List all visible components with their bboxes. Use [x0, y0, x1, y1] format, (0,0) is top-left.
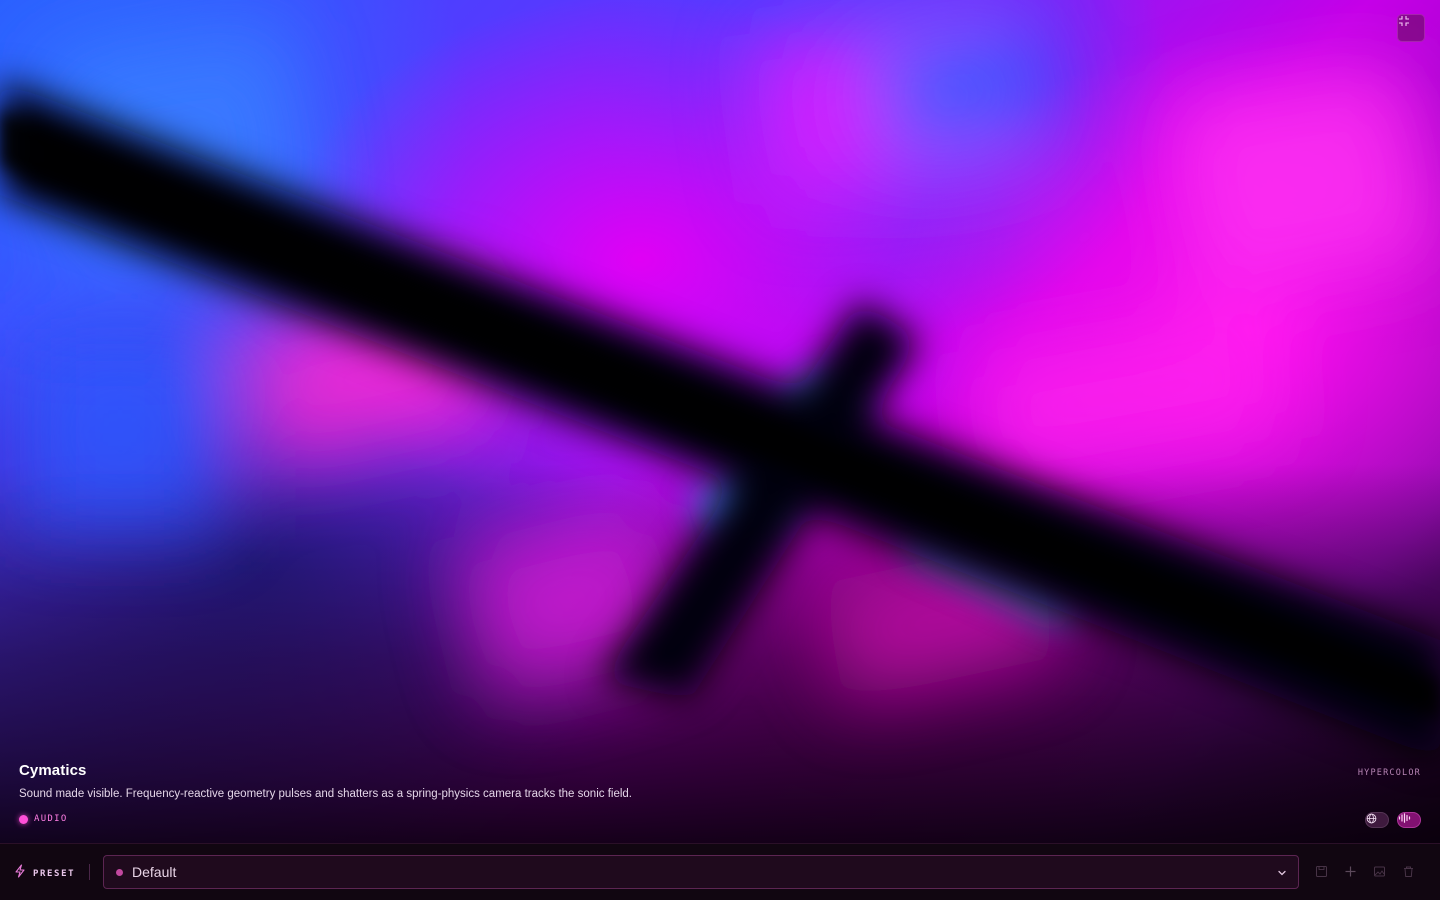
- divider: [89, 864, 90, 880]
- preset-bar: PRESET Default: [0, 843, 1440, 900]
- audio-badge: AUDIO: [19, 814, 632, 824]
- visual-info: Cymatics Sound made visible. Frequency-r…: [19, 762, 632, 824]
- visualizer-app: Cymatics Sound made visible. Frequency-r…: [0, 0, 1440, 900]
- audio-wave-toggle-button[interactable]: [1397, 812, 1421, 828]
- exit-fullscreen-button[interactable]: [1397, 14, 1425, 42]
- save-icon[interactable]: [1311, 861, 1331, 881]
- chevron-down-icon: [1276, 866, 1288, 884]
- visual-title: Cymatics: [19, 762, 87, 779]
- visual-description: Sound made visible. Frequency-reactive g…: [19, 788, 632, 800]
- preset-selected-value: Default: [132, 864, 177, 880]
- audio-indicator-dot: [19, 814, 28, 824]
- image-icon[interactable]: [1369, 861, 1389, 881]
- brand-label: HYPERCOLOR: [1357, 768, 1421, 778]
- preset-label-group: PRESET: [14, 864, 75, 883]
- audio-badge-label: AUDIO: [34, 814, 68, 824]
- preset-label: PRESET: [33, 868, 76, 879]
- geometry-shapes: [0, 2, 1440, 760]
- add-icon[interactable]: [1340, 861, 1360, 881]
- trash-icon[interactable]: [1398, 861, 1418, 881]
- preset-color-dot: [116, 868, 123, 876]
- globe-toggle-button[interactable]: [1365, 812, 1389, 828]
- lightning-icon: [14, 864, 26, 883]
- preset-select[interactable]: Default: [103, 855, 1299, 889]
- visualizer-canvas[interactable]: Cymatics Sound made visible. Frequency-r…: [0, 0, 1440, 843]
- preset-toolbar: [1311, 861, 1418, 881]
